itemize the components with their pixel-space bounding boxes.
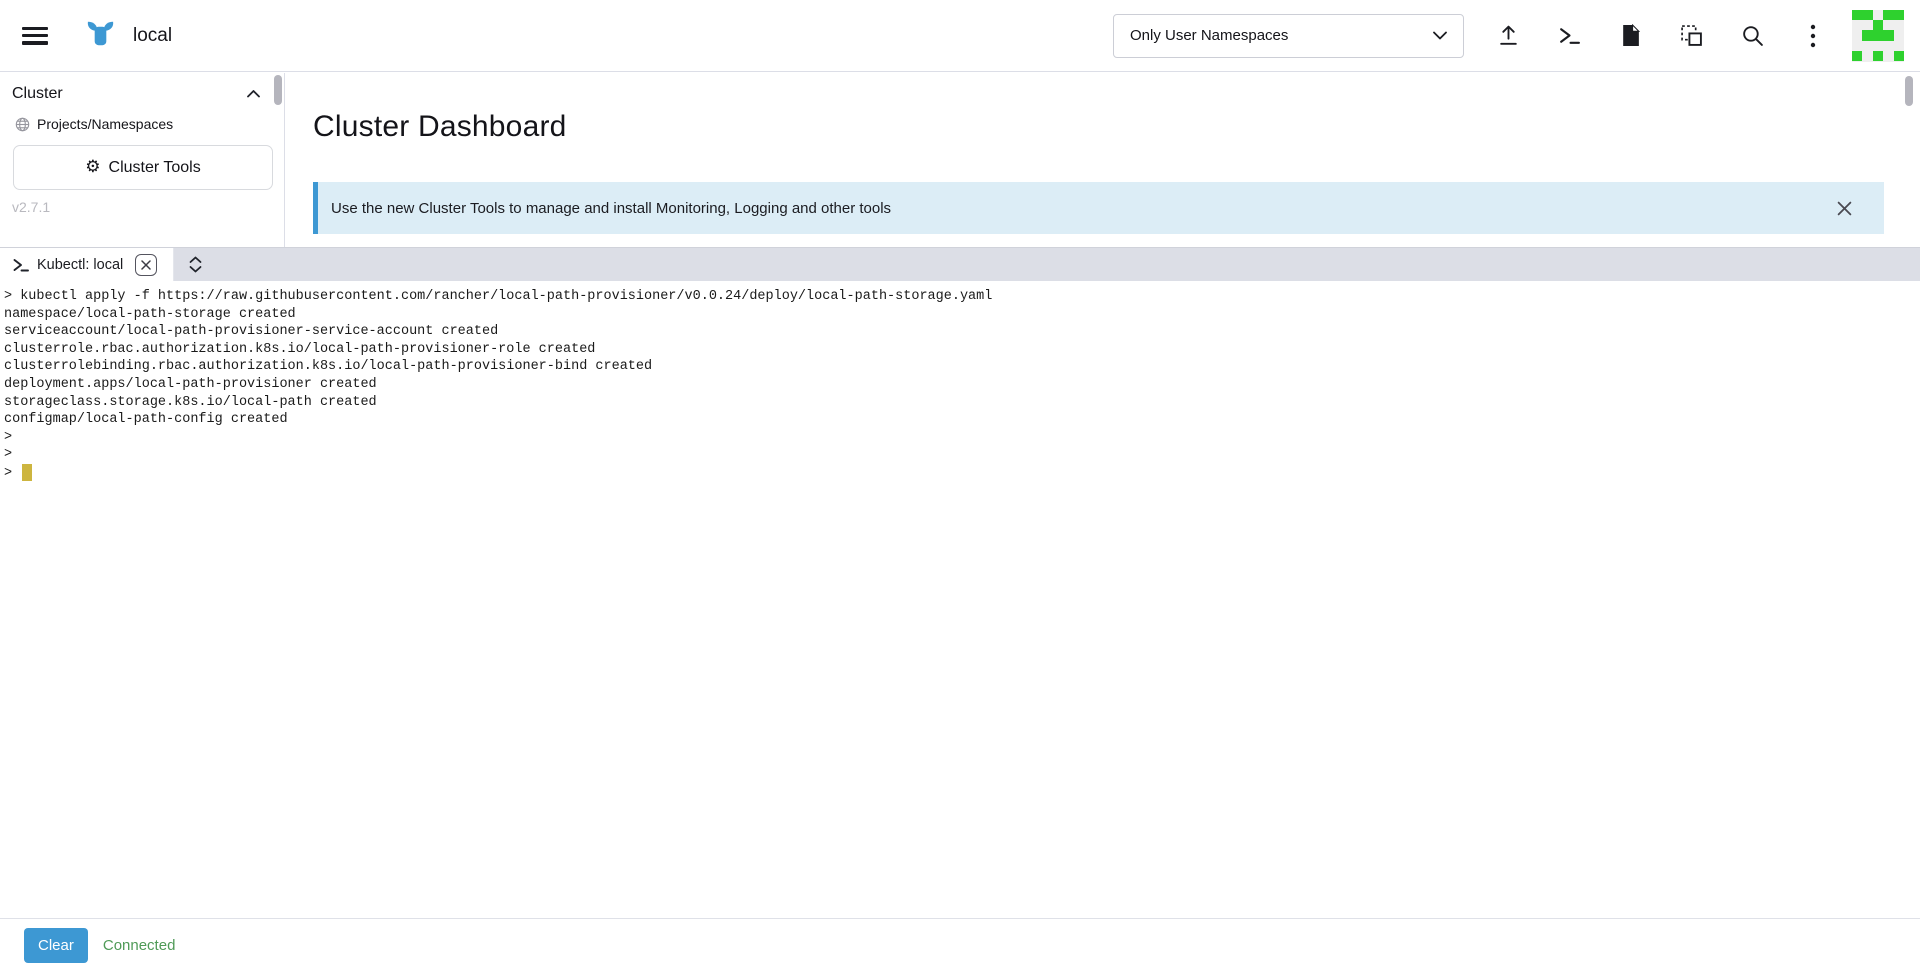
namespace-filter-select[interactable]: Only User Namespaces: [1113, 14, 1464, 58]
cluster-tools-label: Cluster Tools: [109, 159, 201, 177]
terminal-cursor: [22, 464, 32, 481]
shell-prompt-icon: [13, 257, 29, 273]
sidebar-group-cluster[interactable]: Cluster: [0, 73, 284, 103]
avatar[interactable]: [1852, 10, 1904, 62]
cluster-tools-banner: Use the new Cluster Tools to manage and …: [313, 182, 1884, 234]
terminal-line: configmap/local-path-config created: [4, 411, 1920, 429]
rancher-logo[interactable]: [85, 20, 116, 51]
kubectl-shell-icon[interactable]: [1547, 14, 1591, 58]
terminal-line: clusterrolebinding.rbac.authorization.k8…: [4, 358, 1920, 376]
sidebar-scrollbar[interactable]: [274, 75, 282, 105]
cluster-name: local: [133, 25, 172, 47]
page-title: Cluster Dashboard: [313, 110, 1920, 144]
cluster-tools-button[interactable]: ⚙ Cluster Tools: [13, 145, 273, 190]
upload-icon[interactable]: [1486, 14, 1530, 58]
import-yaml-icon[interactable]: [1669, 14, 1713, 58]
tab-kubectl-local[interactable]: Kubectl: local: [0, 248, 174, 281]
gear-icon: ⚙: [85, 159, 100, 176]
banner-close-icon[interactable]: [1832, 196, 1856, 220]
terminal-line: >: [4, 429, 1920, 447]
tab-close-icon[interactable]: [135, 254, 157, 276]
terminal-line: > kubectl apply -f https://raw.githubuse…: [4, 288, 1920, 306]
tab-label: Kubectl: local: [37, 257, 123, 273]
chevron-up-icon[interactable]: [247, 90, 260, 98]
terminal-footer: Clear Connected: [0, 918, 1920, 972]
sidebar-group-label: Cluster: [12, 85, 63, 103]
namespace-filter-value: Only User Namespaces: [1130, 27, 1288, 44]
sidebar-item-projects-namespaces[interactable]: Projects/Namespaces: [0, 103, 284, 132]
terminal-line: serviceaccount/local-path-provisioner-se…: [4, 323, 1920, 341]
panel-resize-toggle-icon[interactable]: [174, 248, 216, 281]
terminal-line: deployment.apps/local-path-provisioner c…: [4, 376, 1920, 394]
chevron-down-icon: [1433, 31, 1447, 40]
terminal-line: namespace/local-path-storage created: [4, 306, 1920, 324]
kebab-menu-icon[interactable]: [1791, 14, 1835, 58]
clear-button[interactable]: Clear: [24, 928, 88, 963]
terminal-line: storageclass.storage.k8s.io/local-path c…: [4, 394, 1920, 412]
sidebar: Cluster Projects/Namespaces ⚙ Cluster To…: [0, 73, 285, 247]
terminal-panel: Kubectl: local > kubectl apply -f https:…: [0, 247, 1920, 972]
connection-status: Connected: [103, 937, 176, 954]
content-scrollbar[interactable]: [1905, 76, 1913, 106]
globe-icon: [15, 117, 30, 132]
sidebar-item-label: Projects/Namespaces: [37, 116, 173, 132]
terminal-line: >: [4, 464, 1920, 482]
terminal-tabbar: Kubectl: local: [0, 247, 1920, 281]
terminal-output[interactable]: > kubectl apply -f https://raw.githubuse…: [0, 281, 1920, 918]
search-icon[interactable]: [1730, 14, 1774, 58]
app-header: local Only User Namespaces: [0, 0, 1920, 72]
main-content: Cluster Dashboard Use the new Cluster To…: [286, 73, 1920, 247]
version-label: v2.7.1: [12, 199, 284, 215]
menu-icon[interactable]: [22, 27, 48, 45]
terminal-line: clusterrole.rbac.authorization.k8s.io/lo…: [4, 341, 1920, 359]
banner-text: Use the new Cluster Tools to manage and …: [331, 200, 891, 217]
header-actions: Only User Namespaces: [1113, 10, 1904, 62]
terminal-line: >: [4, 446, 1920, 464]
file-icon[interactable]: [1608, 14, 1652, 58]
